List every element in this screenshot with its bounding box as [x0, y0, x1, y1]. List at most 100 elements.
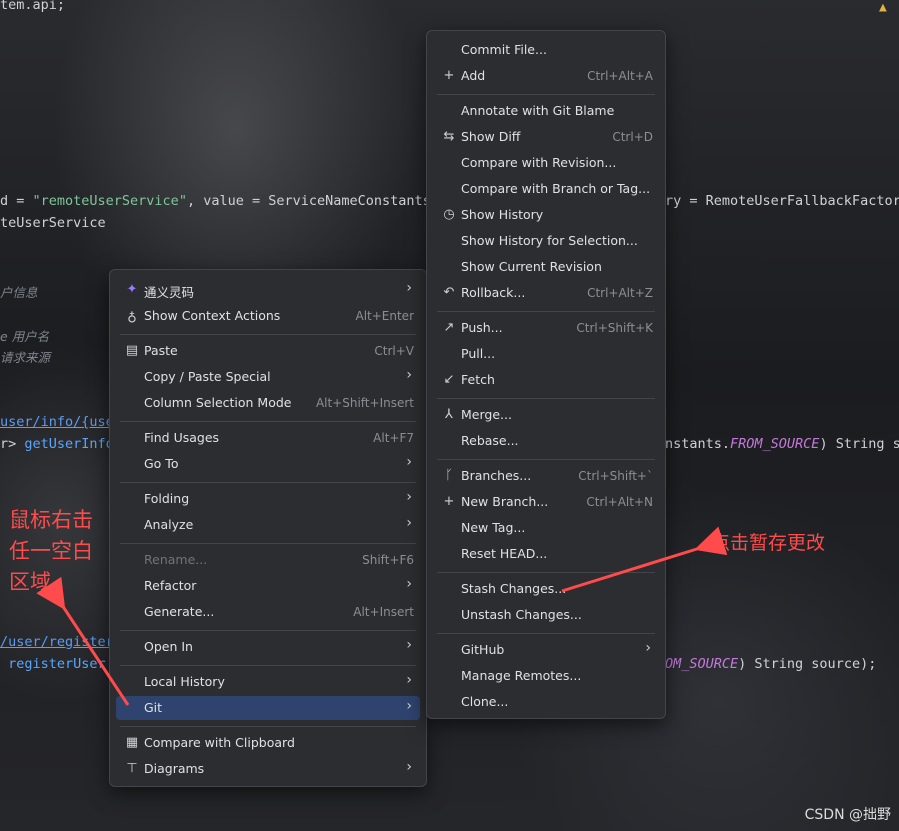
context-menu-item-rename[interactable]: Rename... Shift+F6: [116, 548, 420, 572]
shortcut-label: Ctrl+Shift+K: [576, 321, 653, 335]
menu-item-label: Stash Changes...: [461, 581, 567, 596]
chevron-right-icon: ›: [406, 576, 412, 592]
menu-item-label: Commit File...: [461, 42, 547, 57]
git-menu-item-reset-head[interactable]: Reset HEAD...: [433, 542, 659, 566]
code-token: 请求来源: [0, 350, 51, 365]
git-menu-item-stash-changes[interactable]: Stash Changes...: [433, 577, 659, 601]
code-line: /user/register: [0, 634, 114, 650]
context-menu-item-generate[interactable]: Generate... Alt+Insert: [116, 600, 420, 624]
git-menu-item-github[interactable]: GitHub ›: [433, 638, 659, 662]
menu-item-label: Diagrams: [144, 761, 205, 776]
tongyi-icon: ✦: [126, 282, 138, 297]
menu-separator: [120, 665, 416, 666]
git-menu-item-show-current-revision[interactable]: Show Current Revision: [433, 255, 659, 279]
plus-icon: +: [443, 68, 455, 83]
chevron-right-icon: ›: [645, 640, 651, 656]
code-token: ) String source);: [738, 656, 877, 672]
git-menu-item-add[interactable]: + Add Ctrl+Alt+A: [433, 64, 659, 88]
shortcut-label: Ctrl+Alt+N: [586, 495, 653, 509]
code-line: e 用户名: [0, 326, 49, 345]
menu-item-label: Clone...: [461, 694, 509, 709]
menu-item-label: Paste: [144, 343, 178, 358]
context-menu-item-go-to[interactable]: Go To ›: [116, 452, 420, 476]
git-menu-item-fetch[interactable]: ↙ Fetch: [433, 368, 659, 392]
chevron-right-icon: ›: [406, 637, 412, 653]
context-menu-item-paste[interactable]: ▤ Paste Ctrl+V: [116, 339, 420, 363]
code-line: teUserService: [0, 215, 106, 231]
git-menu-item-compare-with-revision[interactable]: Compare with Revision...: [433, 151, 659, 175]
code-line: 户信息: [0, 282, 38, 301]
shortcut-label: Ctrl+D: [612, 130, 653, 144]
code-token: "remoteUserService": [32, 193, 187, 209]
code-token: , value = ServiceNameConstants: [186, 193, 431, 209]
git-menu-item-compare-with-branch-or-tag[interactable]: Compare with Branch or Tag...: [433, 177, 659, 201]
git-menu-item-annotate-with-git-blame[interactable]: Annotate with Git Blame: [433, 99, 659, 123]
menu-item-label: Open In: [144, 639, 193, 654]
git-menu-item-new-tag[interactable]: New Tag...: [433, 516, 659, 540]
menu-item-label: Find Usages: [144, 430, 220, 445]
menu-item-label: Merge...: [461, 407, 512, 422]
annotation-line: 任一空白: [9, 539, 93, 563]
shortcut-label: Alt+Insert: [353, 605, 414, 619]
git-menu-item-clone[interactable]: Clone...: [433, 690, 659, 714]
context-menu-item-analyze[interactable]: Analyze ›: [116, 513, 420, 537]
menu-item-label: Show Diff: [461, 129, 521, 144]
git-menu-item-pull[interactable]: Pull...: [433, 342, 659, 366]
git-menu-item-rebase[interactable]: Rebase...: [433, 429, 659, 453]
chevron-right-icon: ›: [406, 698, 412, 714]
warning-icon[interactable]: ▲: [879, 0, 895, 15]
code-line: user/info/{user: [0, 414, 122, 430]
branch-icon: ᚴ: [445, 468, 453, 483]
git-menu-item-merge[interactable]: ⅄ Merge...: [433, 403, 659, 427]
context-menu-item-find-usages[interactable]: Find Usages Alt+F7: [116, 426, 420, 450]
menu-item-label: Reset HEAD...: [461, 546, 548, 561]
context-menu-item-local-history[interactable]: Local History ›: [116, 670, 420, 694]
menu-item-label: 通义灵码: [144, 285, 195, 300]
compare-icon: ▦: [125, 735, 139, 750]
menu-item-label: Show History for Selection...: [461, 233, 638, 248]
menu-separator: [120, 334, 416, 335]
shortcut-label: Alt+Shift+Insert: [315, 396, 414, 410]
chevron-right-icon: ›: [406, 280, 412, 296]
git-menu-item-unstash-changes[interactable]: Unstash Changes...: [433, 603, 659, 627]
git-menu-item-manage-remotes[interactable]: Manage Remotes...: [433, 664, 659, 688]
menu-item-label: Pull...: [461, 346, 496, 361]
context-menu-item-refactor[interactable]: Refactor ›: [116, 574, 420, 598]
context-menu-item-diagrams[interactable]: ⊤ Diagrams ›: [116, 757, 420, 781]
git-menu-item-new-branch[interactable]: + New Branch... Ctrl+Alt+N: [433, 490, 659, 514]
context-menu-item-compare-with-clipboard[interactable]: ▦ Compare with Clipboard: [116, 731, 420, 755]
menu-separator: [437, 94, 655, 95]
git-submenu: Commit File... + Add Ctrl+Alt+A Annotate wit…: [426, 30, 666, 719]
editor-context-menu: ✦ 通义灵码 › ♀ Show Context Actions Alt+Enter ▤ Pas…: [109, 269, 427, 787]
context-menu-item-column-selection-mode[interactable]: Column Selection Mode Alt+Shift+Insert: [116, 391, 420, 415]
git-menu-item-show-history-for-selection[interactable]: Show History for Selection...: [433, 229, 659, 253]
code-token: /user/register: [0, 634, 114, 650]
diagram-icon: ⊤: [126, 761, 138, 776]
context-menu-item-tongyi[interactable]: ✦ 通义灵码 ›: [116, 278, 420, 302]
context-menu-item-git[interactable]: Git ›: [116, 696, 420, 720]
menu-separator: [120, 482, 416, 483]
watermark: CSDN @拙野: [804, 807, 891, 823]
shortcut-label: Ctrl+Shift+`: [578, 469, 653, 483]
context-menu-item-copy-paste-special[interactable]: Copy / Paste Special ›: [116, 365, 420, 389]
code-line: d = "remoteUserService", value = Service…: [0, 193, 431, 209]
code-line: tem.api;: [0, 0, 65, 13]
context-menu-item-open-in[interactable]: Open In ›: [116, 635, 420, 659]
plus-icon: +: [443, 494, 455, 509]
git-menu-item-rollback[interactable]: ↶ Rollback... Ctrl+Alt+Z: [433, 281, 659, 305]
code-line: 请求来源: [0, 347, 50, 366]
context-menu-item-show-context-actions[interactable]: ♀ Show Context Actions Alt+Enter: [116, 304, 420, 328]
git-menu-item-show-diff[interactable]: ⇆ Show Diff Ctrl+D: [433, 125, 659, 149]
chevron-right-icon: ›: [406, 515, 412, 531]
menu-separator: [120, 726, 416, 727]
context-menu-item-folding[interactable]: Folding ›: [116, 487, 420, 511]
menu-item-label: Column Selection Mode: [144, 395, 292, 410]
git-menu-item-commit-file[interactable]: Commit File...: [433, 38, 659, 62]
git-menu-item-branches[interactable]: ᚴ Branches... Ctrl+Shift+`: [433, 464, 659, 488]
git-menu-item-push[interactable]: ↗ Push... Ctrl+Shift+K: [433, 316, 659, 340]
annotation-right-click-note: 鼠标右击 任一空白 区域: [9, 505, 93, 598]
code-token: tem.api;: [0, 0, 66, 13]
code-token: ry = RemoteUserFallbackFactory: [665, 193, 899, 209]
code-token: getUserInfo: [24, 436, 114, 452]
git-menu-item-show-history[interactable]: ◷ Show History: [433, 203, 659, 227]
